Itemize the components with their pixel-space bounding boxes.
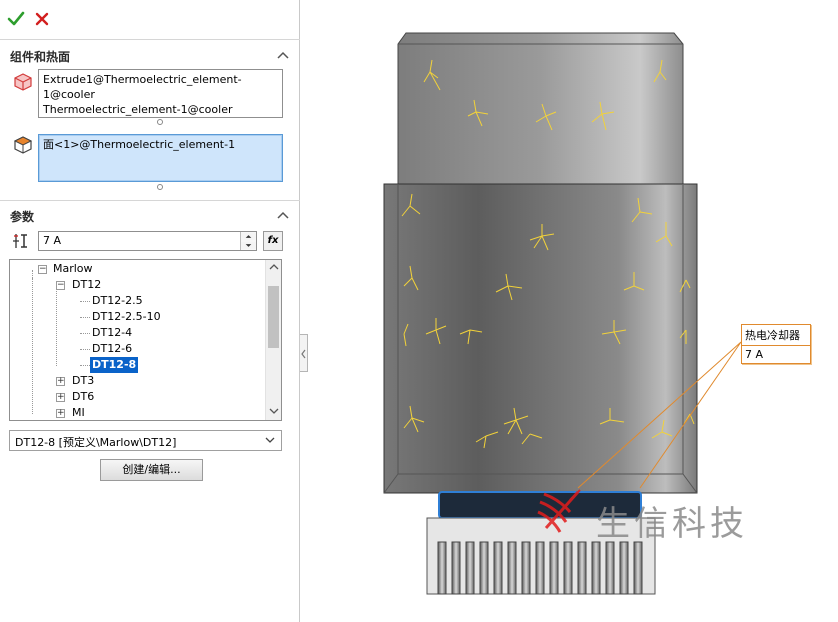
tree-line (80, 349, 90, 350)
scroll-thumb[interactable] (268, 286, 279, 348)
current-value[interactable]: 7 A (43, 234, 61, 247)
face-cube-icon (13, 136, 33, 154)
tree-scrollbar[interactable] (265, 260, 281, 420)
components-list-item[interactable]: Extrude1@Thermoelectric_element-1@cooler (43, 72, 278, 102)
tree-leaf-selected[interactable]: DT12-8 (90, 357, 139, 373)
hot-face-list[interactable]: 面<1>@Thermoelectric_element-1 (38, 134, 283, 182)
cooler-tree[interactable]: − Marlow − DT12 DT12-2.5 DT12-2.5-10 DT1… (9, 259, 282, 421)
components-list-item[interactable]: Thermoelectric_element-1@cooler (43, 102, 278, 117)
create-edit-button[interactable]: 创建/编辑... (100, 459, 203, 481)
tree-expand-icon[interactable]: + (56, 377, 65, 386)
spin-down-icon[interactable] (240, 241, 256, 250)
tree-line (80, 301, 90, 302)
scroll-down-icon[interactable] (269, 408, 279, 414)
heat-sink-fins (437, 541, 643, 595)
cooler-callout[interactable]: 热电冷却器 7 A (741, 324, 811, 364)
cooler-type-dropdown[interactable]: DT12-8 [预定义\Marlow\DT12] (9, 430, 282, 451)
chevron-left-icon[interactable] (300, 335, 308, 373)
tree-line (80, 317, 90, 318)
tree-expand-icon[interactable]: + (56, 393, 65, 402)
tree-collapse-icon[interactable]: − (38, 265, 47, 274)
list-resize-grip[interactable] (157, 184, 163, 190)
tree-line (80, 333, 90, 334)
collapse-chevron-icon[interactable] (277, 51, 289, 59)
tree-line (32, 278, 33, 414)
panel-collapse-handle[interactable] (300, 334, 308, 372)
component-cube-icon (14, 73, 32, 91)
section-title-components: 组件和热面 (10, 50, 71, 64)
divider (0, 200, 300, 201)
model-view[interactable] (308, 0, 838, 622)
fx-button[interactable]: fx (263, 231, 283, 251)
collapse-chevron-icon[interactable] (277, 211, 289, 219)
tree-node-group[interactable]: DT12 (72, 277, 101, 293)
tree-leaf[interactable]: DT12-6 (92, 341, 132, 357)
tree-leaf[interactable]: DT12-2.5 (92, 293, 143, 309)
divider (0, 39, 300, 40)
list-resize-grip[interactable] (157, 119, 163, 125)
upper-tank[interactable] (397, 32, 684, 186)
callout-title: 热电冷却器 (742, 325, 810, 346)
spin-up-icon[interactable] (240, 232, 256, 241)
tree-line (80, 365, 90, 366)
tree-node-group[interactable]: DT6 (72, 389, 94, 405)
tree-leaf[interactable]: DT12-2.5-10 (92, 309, 161, 325)
callout-value: 7 A (745, 348, 764, 361)
chevron-down-icon[interactable] (265, 437, 275, 443)
main-box[interactable] (383, 183, 698, 494)
cancel-x-icon[interactable] (34, 11, 50, 27)
components-list[interactable]: Extrude1@Thermoelectric_element-1@cooler… (38, 69, 283, 118)
tree-line (56, 286, 57, 366)
dropdown-value[interactable]: DT12-8 [预定义\Marlow\DT12] (15, 436, 176, 449)
watermark-text: 生信科技 (596, 504, 748, 544)
tree-leaf[interactable]: DT12-4 (92, 325, 132, 341)
hot-face-list-item[interactable]: 面<1>@Thermoelectric_element-1 (43, 137, 278, 152)
tree-line (32, 270, 33, 278)
ok-check-icon[interactable] (7, 10, 25, 28)
tree-node-root[interactable]: Marlow (53, 261, 93, 277)
tree-node-group[interactable]: MI (72, 405, 85, 420)
section-title-params: 参数 (10, 210, 35, 224)
tree-node-group[interactable]: DT3 (72, 373, 94, 389)
tree-collapse-icon[interactable]: − (56, 281, 65, 290)
scroll-up-icon[interactable] (269, 264, 279, 270)
tree-expand-icon[interactable]: + (56, 409, 65, 418)
property-manager: 组件和热面 Extrude1@Thermoelectric_element-1@… (0, 0, 300, 622)
graphics-viewport[interactable]: 热电冷却器 7 A 生信科技 (308, 0, 838, 622)
current-input-icon (13, 234, 27, 248)
current-spinbox[interactable]: 7 A (38, 231, 257, 251)
